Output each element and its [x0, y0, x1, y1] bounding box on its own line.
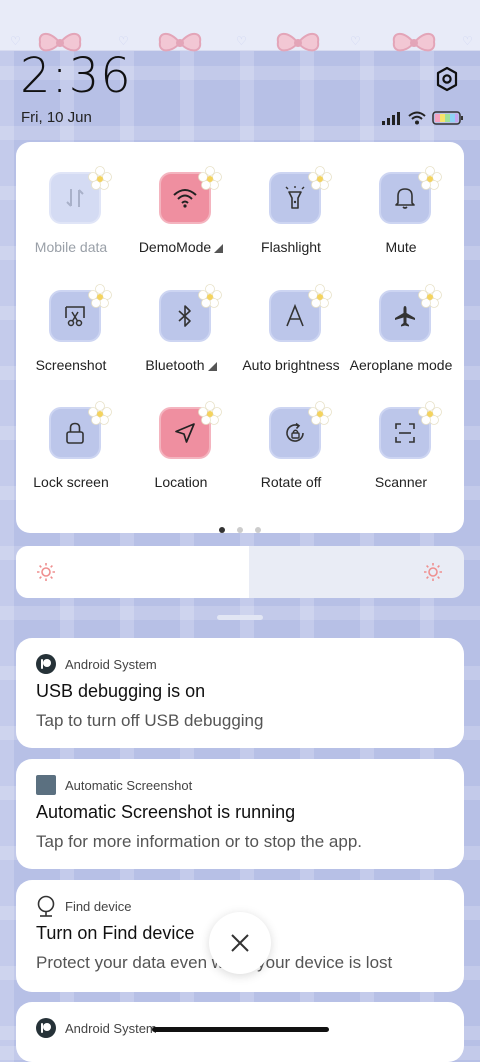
- tile-mute[interactable]: Mute: [346, 166, 456, 262]
- tile-auto-brightness[interactable]: Auto brightness: [236, 284, 346, 380]
- heart-decoration-icon: ♡: [462, 34, 473, 48]
- tile-aeroplane-mode[interactable]: Aeroplane mode: [346, 284, 456, 380]
- notification-app-row: Android System: [36, 1018, 157, 1038]
- settings-gear-icon[interactable]: [434, 66, 460, 92]
- tile-rotate-off[interactable]: Rotate off: [236, 401, 346, 497]
- notification-body: Tap for more information or to stop the …: [36, 832, 363, 851]
- flower-decoration-icon: [198, 166, 222, 190]
- android-system-icon: [36, 654, 56, 674]
- lock-icon: [66, 422, 84, 444]
- drag-handle[interactable]: [217, 615, 263, 620]
- tile-location[interactable]: Location: [126, 401, 236, 497]
- tile-flashlight[interactable]: Flashlight: [236, 166, 346, 262]
- flower-decoration-icon: [308, 284, 332, 308]
- flower-decoration-icon: [308, 401, 332, 425]
- notification-app-row: Find device: [36, 895, 132, 917]
- bell-icon: [395, 188, 415, 209]
- tile-label: Bluetooth: [145, 357, 205, 373]
- page-indicator: [16, 520, 464, 538]
- notification-app-row: Android System: [36, 654, 157, 674]
- notification-body: Tap to turn off USB debugging: [36, 711, 264, 730]
- tile-label: Mute: [385, 239, 417, 255]
- flashlight-icon: [285, 186, 305, 209]
- tile-bluetooth[interactable]: Bluetooth: [126, 284, 236, 380]
- notification-app-name: Android System: [65, 1020, 157, 1036]
- notification-app-row: Automatic Screenshot: [36, 775, 192, 795]
- expand-triangle-icon[interactable]: [214, 243, 224, 253]
- bow-decoration-icon: [392, 32, 436, 52]
- tile-demomode[interactable]: DemoMode: [126, 166, 236, 262]
- bow-decoration-icon: [276, 32, 320, 52]
- tile-screenshot[interactable]: Screenshot: [16, 284, 126, 380]
- flower-decoration-icon: [418, 166, 442, 190]
- automatic-screenshot-app-icon: [36, 775, 56, 795]
- status-icons: [382, 110, 464, 126]
- notification-card[interactable]: Android System USB debugging is on Tap t…: [16, 638, 464, 748]
- flower-decoration-icon: [198, 284, 222, 308]
- bluetooth-icon: [178, 305, 191, 327]
- notification-app-name: Android System: [65, 656, 157, 672]
- flower-decoration-icon: [418, 401, 442, 425]
- notification-title: USB debugging is on: [36, 681, 206, 701]
- flower-decoration-icon: [88, 401, 112, 425]
- flower-decoration-icon: [88, 166, 112, 190]
- wifi-status-icon: [408, 111, 426, 125]
- notification-title: Automatic Screenshot is running: [36, 802, 296, 822]
- brightness-high-icon: [424, 563, 442, 581]
- home-gesture-bar[interactable]: [152, 1027, 329, 1032]
- notification-app-name: Automatic Screenshot: [65, 777, 193, 793]
- notification-card[interactable]: Automatic Screenshot Automatic Screensho…: [16, 759, 464, 869]
- find-device-icon: [37, 895, 55, 917]
- notification-title: Turn on Find device: [36, 923, 195, 943]
- signal-icon: [382, 112, 400, 125]
- clear-all-button[interactable]: [209, 912, 271, 974]
- quick-settings-panel: Mobile data DemoMode Flashlight Mute Scr…: [16, 142, 464, 533]
- battery-icon: [432, 111, 463, 125]
- flower-decoration-icon: [418, 284, 442, 308]
- tile-lock-screen[interactable]: Lock screen: [16, 401, 126, 497]
- expand-triangle-icon[interactable]: [207, 361, 217, 371]
- page-dot[interactable]: [255, 527, 261, 533]
- android-system-icon: [36, 1018, 56, 1038]
- scanner-icon: [395, 423, 415, 443]
- date: Fri, 10 Jun: [21, 109, 92, 126]
- notification-card[interactable]: Android System: [16, 1002, 464, 1062]
- tile-mobile-data[interactable]: Mobile data: [16, 166, 126, 262]
- auto-brightness-icon: [286, 304, 304, 327]
- mobile-data-icon: [66, 189, 84, 207]
- close-icon: [231, 934, 249, 952]
- flower-decoration-icon: [198, 401, 222, 425]
- bow-decoration-icon: [158, 32, 202, 52]
- rotate-lock-icon: [286, 422, 304, 442]
- page-dot-active[interactable]: [219, 527, 225, 533]
- wifi-icon: [173, 189, 197, 208]
- tile-label: DemoMode: [138, 239, 212, 255]
- flower-decoration-icon: [88, 284, 112, 308]
- airplane-icon: [395, 306, 415, 327]
- tile-scanner[interactable]: Scanner: [346, 401, 456, 497]
- notification-app-name: Find device: [65, 898, 132, 914]
- location-icon: [175, 423, 195, 443]
- screenshot-icon: [65, 306, 85, 327]
- clock: 2:36: [20, 48, 132, 104]
- heart-decoration-icon: ♡: [10, 34, 21, 48]
- page-dot[interactable]: [237, 527, 243, 533]
- heart-decoration-icon: ♡: [350, 34, 361, 48]
- tile-label: Aeroplane mode: [349, 357, 453, 373]
- tile-label: Scanner: [374, 474, 428, 490]
- flower-decoration-icon: [308, 166, 332, 190]
- brightness-slider[interactable]: [16, 546, 464, 598]
- heart-decoration-icon: ♡: [236, 34, 247, 48]
- heart-decoration-icon: ♡: [118, 34, 129, 48]
- brightness-low-icon: [37, 563, 55, 581]
